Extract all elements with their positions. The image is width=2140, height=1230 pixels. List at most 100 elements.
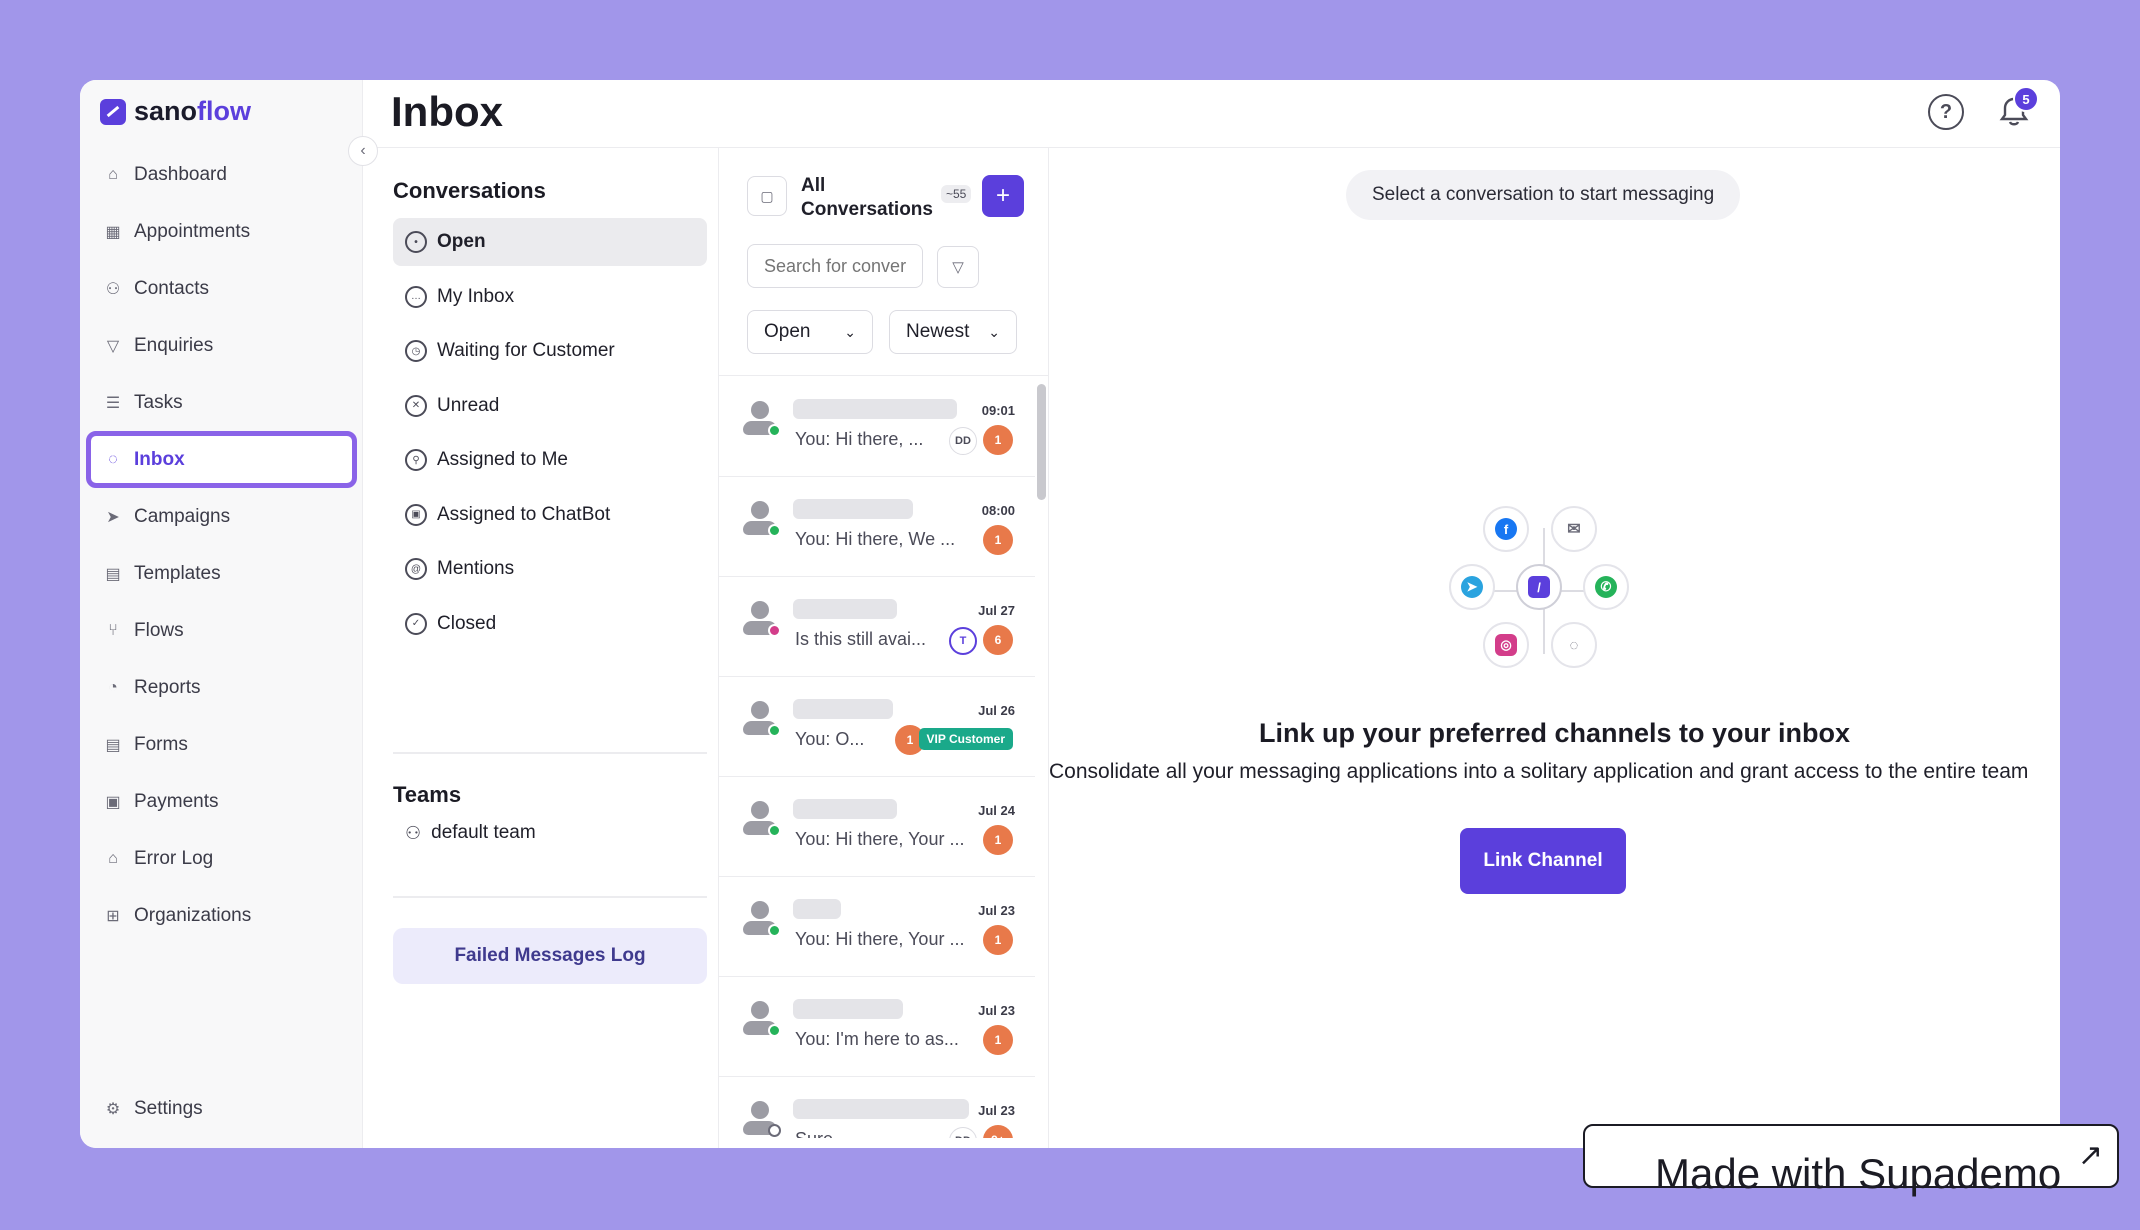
top-header: Inbox ? 5 JA [363, 80, 2060, 148]
filter-label: Waiting for Customer [437, 340, 615, 361]
filter-closed[interactable]: ✓ Closed [393, 600, 707, 648]
sidebar-item-tasks[interactable]: ☰ Tasks [86, 374, 357, 431]
conversation-time: Jul 24 [978, 803, 1015, 818]
chevron-down-icon: ⌄ [844, 323, 856, 340]
wallet-icon: ▣ [105, 793, 121, 811]
filter-assigned-to-chatbot[interactable]: ▣ Assigned to ChatBot [393, 491, 707, 539]
sanoflow-logo[interactable]: sanoflow [100, 96, 251, 127]
filter-mentions[interactable]: @ Mentions [393, 545, 707, 593]
sidebar-item-appointments[interactable]: ▦ Appointments [86, 203, 357, 260]
sidebar-item-templates[interactable]: ▤ Templates [86, 545, 357, 602]
new-conversation-button[interactable]: + [982, 175, 1024, 217]
sidebar-item-campaigns[interactable]: ➤ Campaigns [86, 488, 357, 545]
filter-label: Open [437, 231, 486, 252]
sidebar-item-reports[interactable]: ◔ Reports [86, 659, 357, 716]
conversation-row[interactable]: Jul 27 Is this still avai... T 6 [719, 577, 1035, 677]
conversation-preview: You: Hi there, ... [795, 429, 924, 449]
sort-select-value: Newest [906, 321, 970, 342]
sidebar-item-inbox[interactable]: ◌ Inbox [86, 431, 357, 488]
collapse-sidebar-button[interactable]: ‹ [348, 136, 378, 166]
sidebar-item-payments[interactable]: ▣ Payments [86, 773, 357, 830]
help-icon[interactable]: ? [1928, 94, 1964, 130]
contact-avatar-icon [741, 1101, 781, 1137]
filter-open[interactable]: • Open [393, 218, 707, 266]
filter-label: Assigned to ChatBot [437, 503, 611, 525]
sidebar-item-forms[interactable]: ▤ Forms [86, 716, 357, 773]
lock-icon: ⌂ [108, 849, 118, 867]
filter-assigned-to-me[interactable]: ⚲ Assigned to Me [393, 436, 707, 484]
conversation-row[interactable]: Jul 26 You: O... 1 VIP Customer [719, 677, 1035, 777]
link-channel-button[interactable]: Link Channel [1460, 828, 1626, 894]
sidebar-item-settings[interactable]: ⚙ Settings [86, 1080, 357, 1137]
blurred-contact-name [793, 699, 893, 719]
checklist-icon: ☰ [105, 394, 121, 412]
sidebar-item-organizations[interactable]: ⊞ Organizations [86, 887, 357, 944]
conversation-row[interactable]: Jul 24 You: Hi there, Your ... 1 [719, 777, 1035, 877]
vip-customer-tag: VIP Customer [918, 728, 1013, 750]
whatsapp-icon [768, 524, 781, 537]
empty-state-title: Link up your preferred channels to your … [1258, 718, 1851, 748]
blurred-contact-name [793, 1099, 969, 1119]
blurred-contact-name [793, 799, 897, 819]
chat-icon: ◌ [108, 450, 118, 468]
conversation-preview: You: I'm here to as... [795, 1029, 959, 1049]
conversation-preview: You: Hi there, Your ... [795, 829, 965, 849]
search-input[interactable] [747, 244, 923, 288]
empty-state-description: Consolidate all your messaging applicati… [1049, 760, 2029, 783]
whatsapp-icon [768, 424, 781, 437]
unread-count-badge: 1 [983, 525, 1013, 555]
facebook-icon: f [1483, 506, 1529, 552]
sidebar-item-label: Payments [134, 790, 219, 812]
team-label: default team [431, 822, 536, 843]
filter-waiting-for-customer[interactable]: ◷ Waiting for Customer [393, 327, 707, 375]
status-select[interactable]: Open ⌄ [747, 310, 873, 354]
sidebar-item-dashboard[interactable]: ⌂ Dashboard [86, 146, 357, 203]
conversation-count-badge: ~55 [941, 185, 972, 203]
logo-text-part2: flow [197, 96, 252, 126]
conversation-row[interactable]: 09:01 You: Hi there, ... DD 1 [719, 377, 1035, 477]
external-link-arrow-icon: ↗ [2077, 1139, 2103, 1172]
sidebar-item-contacts[interactable]: ⚇ Contacts [86, 260, 357, 317]
filter-my-inbox[interactable]: … My Inbox [393, 273, 707, 321]
sidebar-nav: ⌂ Dashboard ▦ Appointments ⚇ Contacts ▽ Enqu… [86, 146, 357, 944]
filter-unread[interactable]: ✕ Unread [393, 382, 707, 430]
divider [393, 896, 707, 898]
conversation-row[interactable]: Jul 23 Sure DD 9+ [719, 1077, 1035, 1138]
sidebar-item-flows[interactable]: ⑂ Flows [86, 602, 357, 659]
conversation-row[interactable]: Jul 23 You: Hi there, Your ... 1 [719, 877, 1035, 977]
chat-user-icon: ⚲ [405, 449, 427, 471]
sidebar-item-label: Error Log [134, 847, 214, 869]
conversation-preview: You: Hi there, Your ... [795, 929, 965, 949]
assignee-avatar: T [949, 627, 977, 655]
contact-avatar-icon [741, 601, 781, 637]
sidebar-item-enquiries[interactable]: ▽ Enquiries [86, 317, 357, 374]
filter-button[interactable]: ▽ [937, 246, 979, 288]
contact-avatar-icon [741, 801, 781, 837]
sidebar-item-error-log[interactable]: ⌂ Error Log [86, 830, 357, 887]
contact-avatar-icon [741, 401, 781, 437]
sort-select[interactable]: Newest ⌄ [889, 310, 1017, 354]
failed-messages-log-button[interactable]: Failed Messages Log [393, 928, 707, 984]
document-icon: ▤ [105, 565, 121, 583]
unread-count-badge: 6 [983, 625, 1013, 655]
conversation-row[interactable]: Jul 23 You: I'm here to as... 1 [719, 977, 1035, 1077]
conversation-preview: Is this still avai... [795, 629, 927, 649]
blurred-contact-name [793, 399, 957, 419]
chat-open-icon: • [405, 231, 427, 253]
filter-list: • Open … My Inbox ◷ Waiting for Customer ✕ U… [393, 218, 707, 654]
sidebar-item-label: Flows [134, 619, 184, 641]
blurred-contact-name [793, 899, 841, 919]
team-item-default[interactable]: ⚇ default team [405, 822, 536, 844]
supademo-badge[interactable]: Made with Supademo ↗ [1583, 1124, 2119, 1197]
conversation-time: Jul 26 [978, 703, 1015, 718]
sidebar-item-label: Appointments [134, 220, 251, 242]
conversation-row[interactable]: 08:00 You: Hi there, We ... 1 [719, 477, 1035, 577]
sidebar-item-label: Organizations [134, 904, 252, 926]
conversation-list-scrollbar[interactable] [1037, 384, 1046, 500]
unread-count-badge: 1 [983, 925, 1013, 955]
conversation-preview: You: O... [795, 729, 865, 749]
sidebar-item-label: Dashboard [134, 163, 227, 185]
conversations-heading: Conversations [393, 178, 546, 203]
select-all-checkbox[interactable]: ▢ [747, 176, 787, 216]
conversation-time: Jul 23 [978, 903, 1015, 918]
